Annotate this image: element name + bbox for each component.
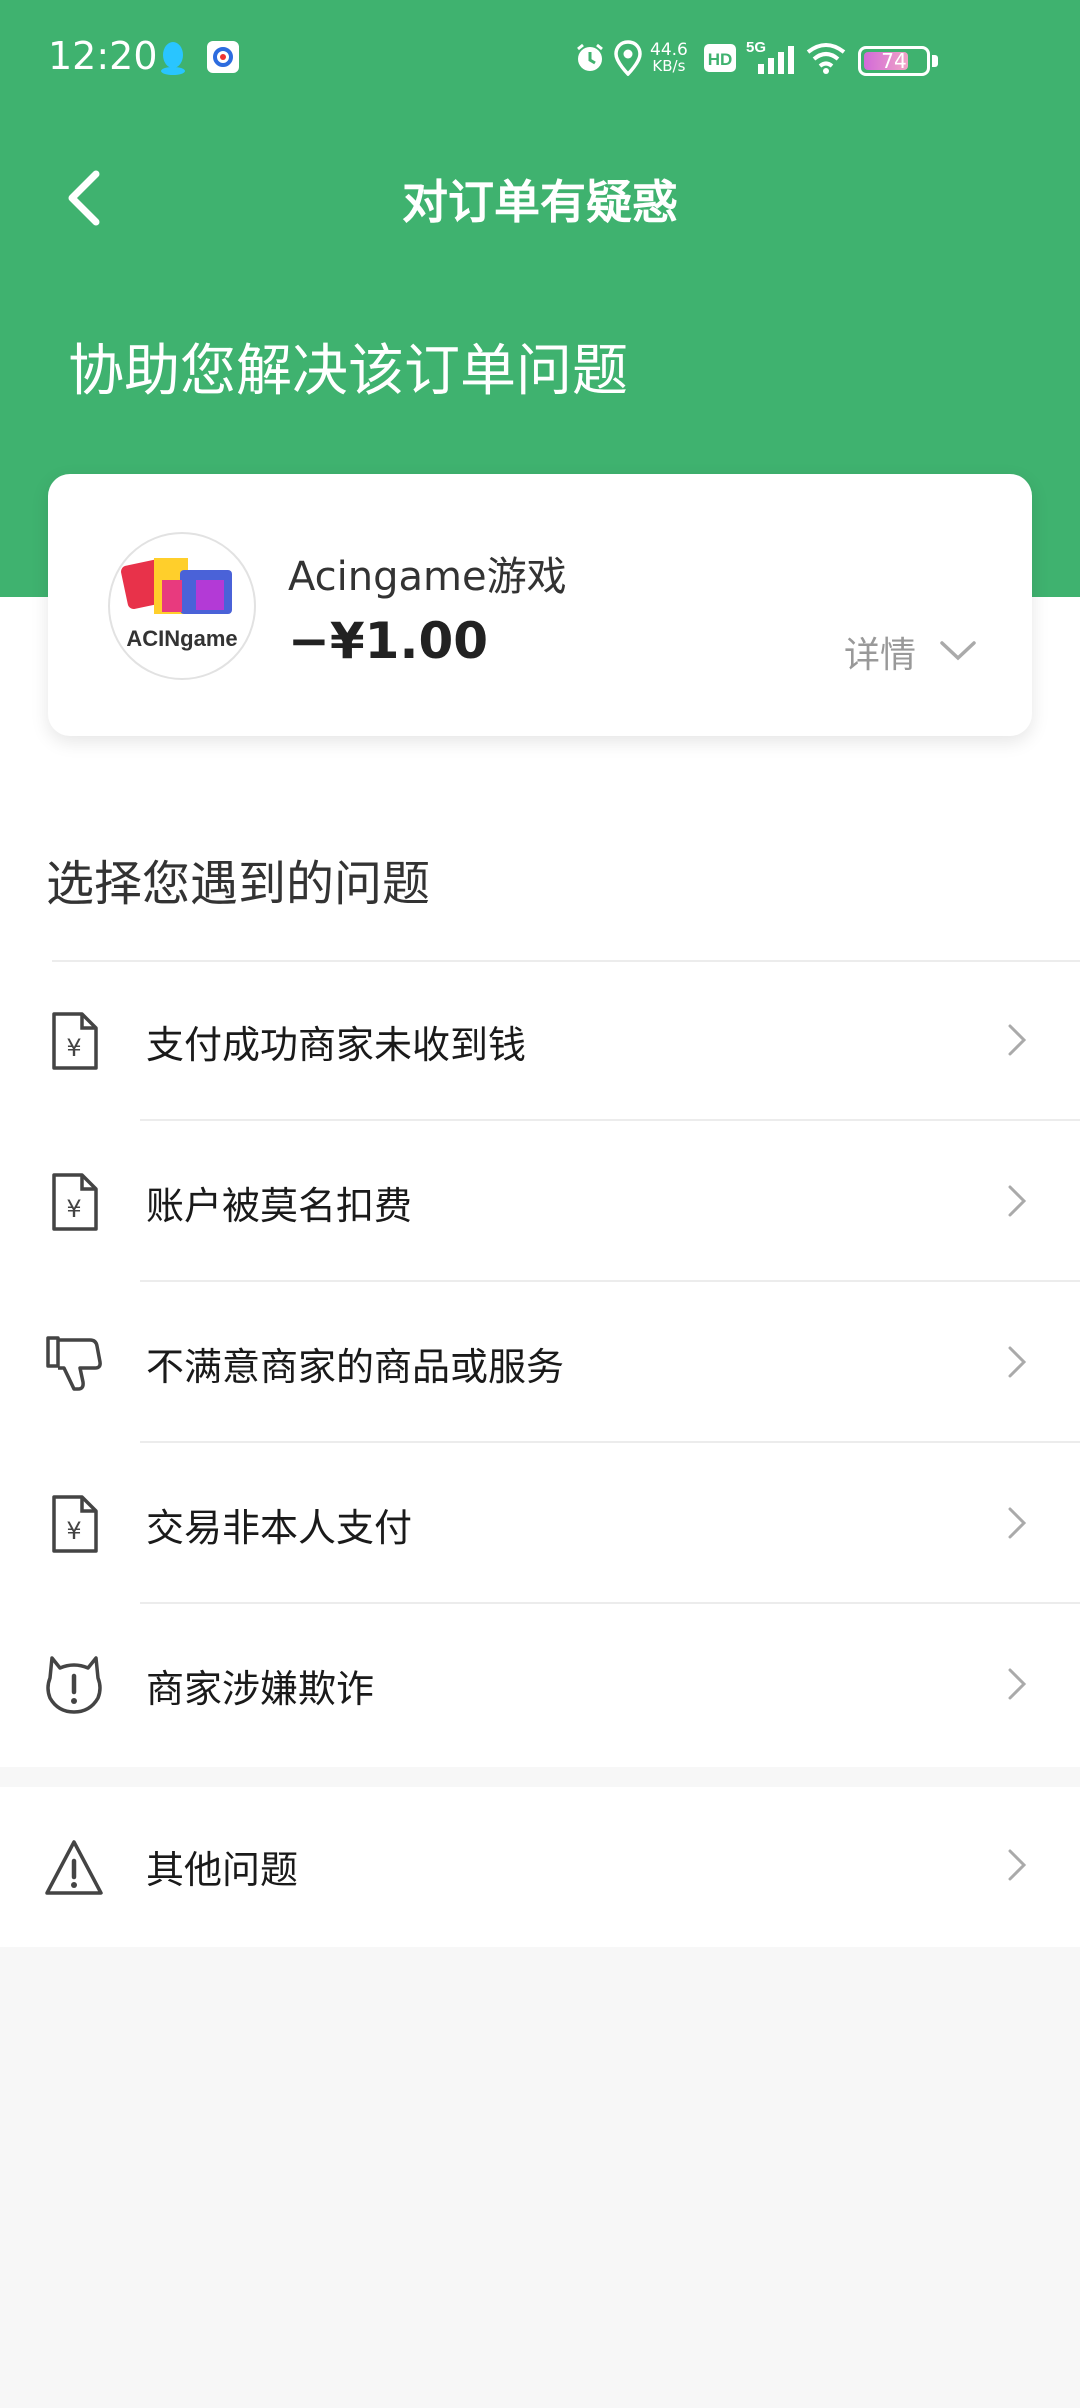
- svg-text:5G: 5G: [746, 39, 766, 56]
- section-title: 选择您遇到的问题: [46, 856, 431, 912]
- svg-text:HD: HD: [708, 50, 733, 69]
- section-gap: [0, 1767, 1080, 1787]
- signal-5g-icon: 5G: [746, 38, 796, 80]
- chevron-right-icon: [1004, 1181, 1030, 1225]
- list-item[interactable]: ¥ 交易非本人支付: [0, 1443, 1080, 1604]
- svg-text:ACINgame: ACINgame: [126, 626, 237, 651]
- chevron-right-icon: [1004, 1020, 1030, 1064]
- location-icon: [614, 40, 642, 80]
- battery-icon: 74: [858, 46, 930, 76]
- list-item-other[interactable]: 其他问题: [0, 1787, 1080, 1947]
- yuan-document-icon: ¥: [44, 1010, 104, 1072]
- battery-tip: [932, 55, 938, 67]
- svg-text:¥: ¥: [66, 1517, 81, 1545]
- list-item-label: 交易非本人支付: [146, 1506, 413, 1550]
- status-time: 12:20: [48, 34, 158, 78]
- order-amount: −¥1.00: [288, 612, 489, 670]
- list-item[interactable]: 商家涉嫌欺诈: [0, 1604, 1080, 1765]
- yuan-document-icon: ¥: [44, 1171, 104, 1233]
- page-title: 对订单有疑惑: [402, 175, 678, 229]
- app-notification-icon: [206, 40, 240, 78]
- thumbs-down-icon: [44, 1332, 104, 1394]
- list-item-label: 账户被莫名扣费: [146, 1184, 413, 1228]
- chevron-down-icon[interactable]: [938, 638, 978, 668]
- chevron-right-icon: [1004, 1342, 1030, 1386]
- chevron-right-icon: [1004, 1503, 1030, 1547]
- list-item-label: 商家涉嫌欺诈: [146, 1667, 375, 1711]
- merchant-logo: ACINgame: [108, 532, 256, 680]
- wifi-icon: [806, 42, 846, 78]
- yuan-document-icon: ¥: [44, 1493, 104, 1555]
- svg-text:¥: ¥: [66, 1195, 81, 1223]
- merchant-name: Acingame游戏: [288, 554, 567, 600]
- warning-triangle-icon: [44, 1837, 104, 1899]
- chevron-right-icon: [1004, 1845, 1030, 1889]
- alert-shield-icon: [44, 1654, 104, 1716]
- list-item-label: 其他问题: [146, 1848, 299, 1892]
- svg-text:¥: ¥: [66, 1034, 81, 1062]
- header-subtitle: 协助您解决该订单问题: [68, 339, 628, 404]
- status-bar: 12:20 44.6 KB/s HD 5G 74: [0, 0, 1080, 120]
- order-card: ACINgame Acingame游戏 −¥1.00 详情: [48, 474, 1032, 736]
- qq-notification-icon: [160, 40, 186, 80]
- chevron-right-icon: [1004, 1664, 1030, 1708]
- list-item[interactable]: 不满意商家的商品或服务: [0, 1282, 1080, 1443]
- hd-icon: HD: [704, 44, 736, 76]
- network-speed: 44.6 KB/s: [650, 40, 688, 75]
- list-item[interactable]: ¥ 账户被莫名扣费: [0, 1121, 1080, 1282]
- list-item-label: 支付成功商家未收到钱: [146, 1023, 527, 1067]
- list-item-label: 不满意商家的商品或服务: [146, 1345, 565, 1389]
- alarm-icon: [574, 42, 606, 78]
- details-toggle[interactable]: 详情: [844, 626, 916, 678]
- list-item[interactable]: ¥ 支付成功商家未收到钱: [0, 960, 1080, 1121]
